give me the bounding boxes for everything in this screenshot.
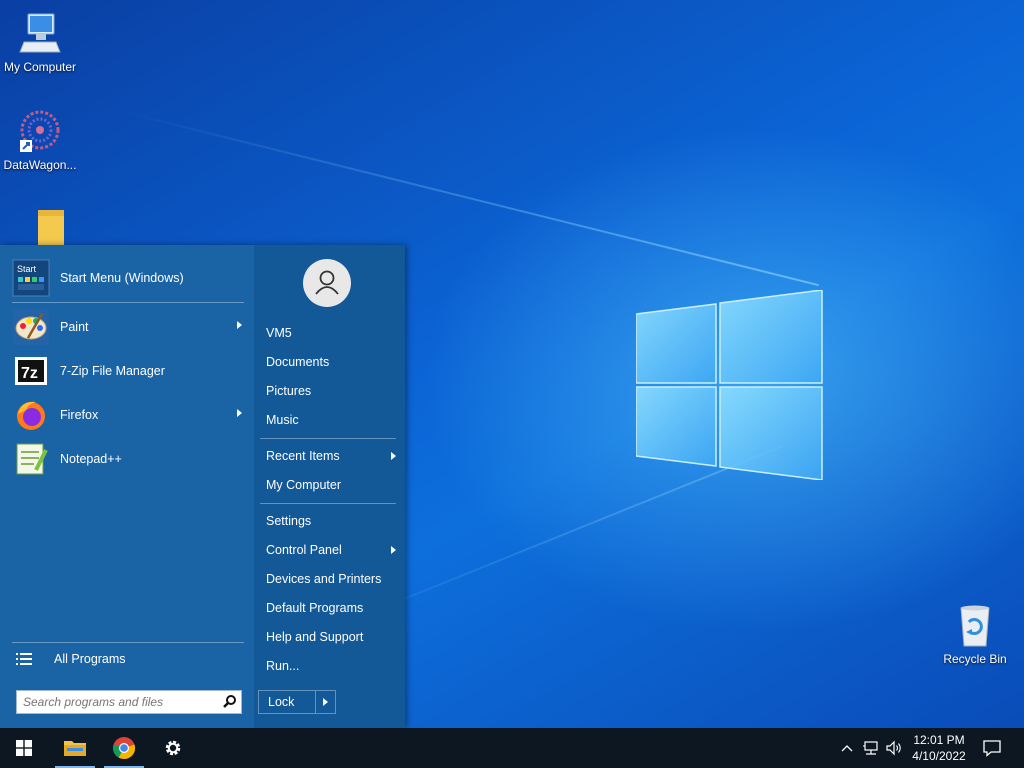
desktop-icon-label: My Computer [3,60,77,74]
link-my-computer[interactable]: My Computer [266,475,396,495]
windows-start-icon [16,740,32,756]
start-menu-item-start-menu-windows[interactable]: Start Start Menu (Windows) [12,258,246,298]
desktop-icon-recycle-bin[interactable]: Recycle Bin [935,602,1015,666]
clock-date: 4/10/2022 [912,749,966,763]
7zip-icon: 7z [12,352,50,390]
link-user-folder[interactable]: VM5 [266,323,396,343]
link-music[interactable]: Music [266,410,396,430]
separator [260,438,396,439]
separator [260,503,396,504]
start-menu-item-firefox[interactable]: Firefox [12,395,246,435]
taskbar-settings[interactable] [149,728,197,768]
program-label: Start Menu (Windows) [60,271,184,285]
start-menu-item-7zip[interactable]: 7z 7-Zip File Manager [12,351,246,391]
settings-gear-icon [165,740,181,756]
all-programs-label: All Programs [54,652,126,666]
program-label: Firefox [60,408,99,422]
link-recent-items[interactable]: Recent Items [266,446,396,466]
start-menu-item-notepadpp[interactable]: Notepad++ [12,439,246,479]
user-avatar[interactable] [303,259,351,307]
start-button[interactable] [0,728,48,768]
separator [12,302,244,303]
search-box[interactable] [16,690,242,714]
all-programs-button[interactable]: All Programs [16,641,250,677]
paint-icon [12,308,50,346]
chrome-icon [112,737,136,760]
chevron-up-icon[interactable] [838,740,856,756]
volume-icon[interactable] [885,740,903,756]
svg-text:7z: 7z [21,365,38,382]
desktop-icon-datawagon[interactable]: DataWagon... [0,108,80,172]
taskbar-chrome[interactable] [100,728,148,768]
start-menu-right-pane: VM5 Documents Pictures Music Recent Item… [254,245,405,728]
submenu-arrow-icon [237,321,242,329]
network-icon[interactable] [862,740,880,756]
desktop-icon-my-computer[interactable]: My Computer [0,10,80,74]
svg-text:Start: Start [17,264,37,274]
taskbar-file-explorer[interactable] [51,728,99,768]
search-input[interactable] [17,692,219,712]
action-center-icon[interactable] [982,739,1002,757]
windows-logo-wallpaper [636,290,823,480]
start-menu-left-pane: Start Start Menu (Windows) Paint 7z 7-Zi… [0,245,254,728]
firefox-icon [12,396,50,434]
submenu-arrow-icon [391,546,396,554]
link-run[interactable]: Run... [266,656,396,676]
notepadpp-icon [12,440,50,478]
link-settings[interactable]: Settings [266,511,396,531]
link-pictures[interactable]: Pictures [266,381,396,401]
search-icon[interactable] [219,692,241,712]
list-icon [16,651,32,667]
link-default-programs[interactable]: Default Programs [266,598,396,618]
link-label: Recent Items [266,449,340,463]
lock-button[interactable]: Lock [258,690,336,714]
recycle-bin-icon [951,602,999,650]
link-label: Control Panel [266,543,342,557]
datawagon-icon [16,108,64,156]
taskbar-clock[interactable]: 12:01 PM 4/10/2022 [906,732,972,764]
start-menu: Start Start Menu (Windows) Paint 7z 7-Zi… [0,245,405,728]
link-devices-and-printers[interactable]: Devices and Printers [266,569,396,589]
desktop-icon-label: DataWagon... [3,158,77,172]
lock-label: Lock [268,695,295,709]
link-help-and-support[interactable]: Help and Support [266,627,396,647]
file-explorer-icon [64,741,86,756]
submenu-arrow-icon [391,452,396,460]
program-label: 7-Zip File Manager [60,364,165,378]
program-label: Paint [60,320,89,334]
link-documents[interactable]: Documents [266,352,396,372]
start-menu-icon: Start [12,259,50,297]
start-menu-item-paint[interactable]: Paint [12,307,246,347]
clock-time: 12:01 PM [913,733,965,747]
link-control-panel[interactable]: Control Panel [266,540,396,560]
desktop-icon-label: Recycle Bin [943,652,1007,666]
power-options-arrow-icon[interactable] [315,691,335,713]
taskbar: 12:01 PM 4/10/2022 [0,728,1024,768]
computer-icon [16,10,64,58]
submenu-arrow-icon [237,409,242,417]
program-label: Notepad++ [60,452,122,466]
